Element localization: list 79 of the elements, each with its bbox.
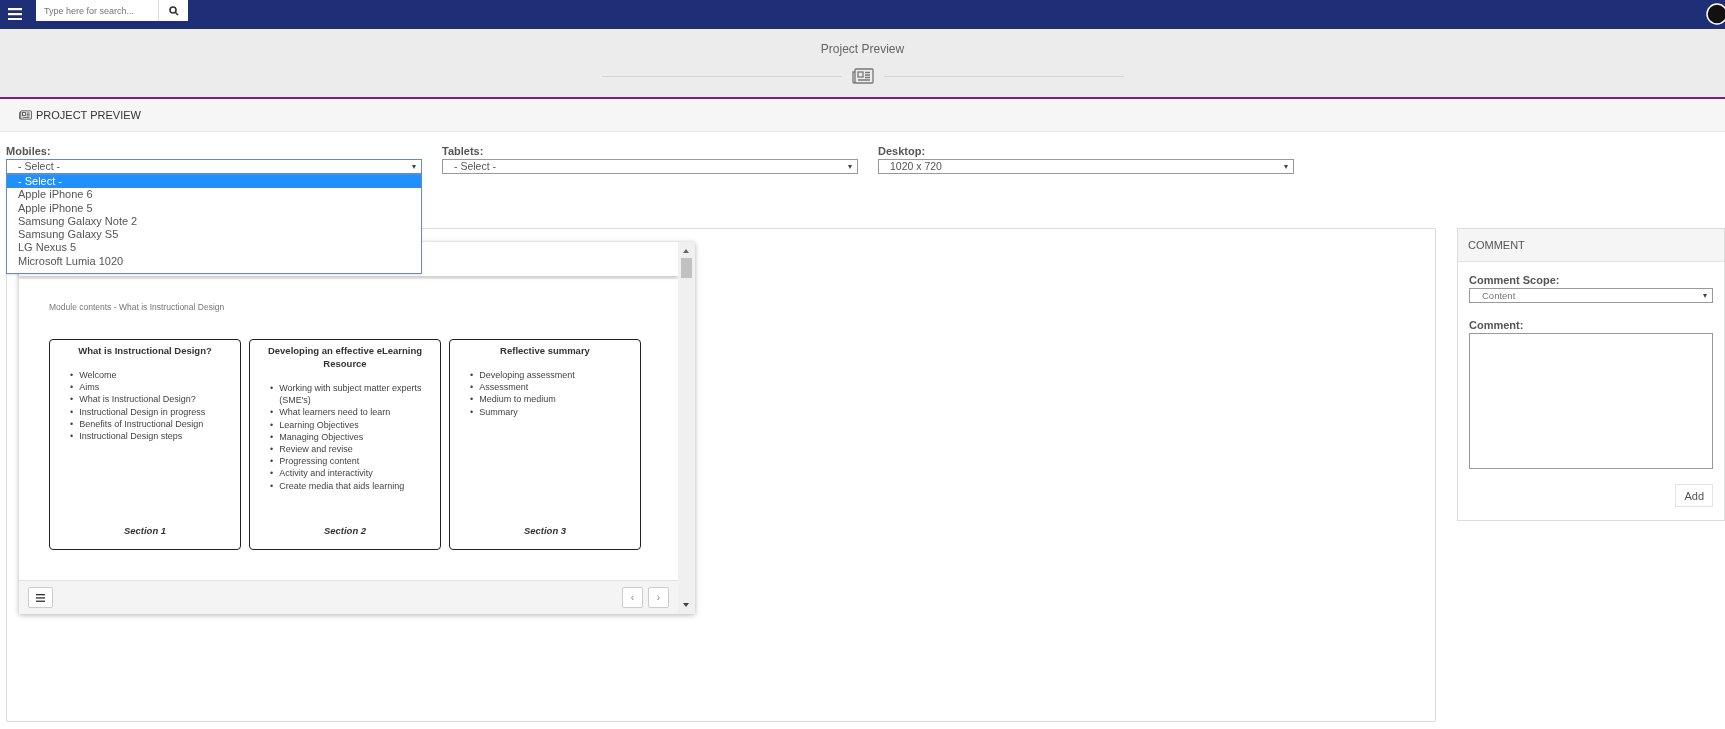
list-item: Learning Objectives: [279, 418, 359, 431]
dropdown-option[interactable]: Apple iPhone 6: [7, 188, 421, 202]
list-item: Summary: [479, 405, 518, 418]
section-label: Section 3: [522, 525, 568, 536]
newspaper-icon: [19, 110, 32, 120]
field-label: Tablets:: [442, 145, 485, 157]
list-item: Managing Objectives: [279, 430, 364, 443]
list-bullet: •: [70, 405, 74, 418]
list-item: Progressing content: [279, 455, 360, 468]
add-button[interactable]: Add: [1675, 484, 1713, 507]
page-title: Project Preview: [820, 42, 905, 56]
caret-icon: [412, 165, 416, 169]
caret-icon: [1703, 294, 1707, 298]
menu-icon: [36, 593, 45, 602]
list-bullet: •: [270, 406, 274, 419]
previous-button[interactable]: ‹: [622, 587, 643, 608]
field-label: Comment Scope:: [1469, 274, 1561, 286]
section-label: Section 1: [122, 525, 168, 536]
list-bullet: •: [270, 418, 274, 431]
list-item: Instructional Design in progress: [79, 405, 206, 418]
list-item: Create media that aids learning: [279, 479, 405, 492]
list-item: Working with subject matter experts (SME's): [279, 382, 423, 407]
list-bullet: •: [270, 382, 274, 395]
scope-select[interactable]: Content: [1469, 288, 1713, 303]
device-select[interactable]: - Select -: [6, 159, 422, 174]
dropdown-option[interactable]: LG Nexus 5: [7, 241, 421, 255]
search-button[interactable]: [158, 0, 188, 21]
list-bullet: •: [470, 381, 474, 394]
search-icon: [168, 5, 179, 16]
field-label: Desktop:: [878, 145, 927, 157]
list-item: What is Instructional Design?: [79, 393, 196, 406]
device-select[interactable]: 1020 x 720: [878, 159, 1294, 174]
caret-icon: [1284, 165, 1288, 169]
list-bullet: •: [70, 381, 74, 394]
newspaper-icon: [851, 68, 874, 84]
menu-button[interactable]: [28, 587, 53, 608]
dropdown-option[interactable]: Samsung Galaxy Note 2: [7, 214, 421, 229]
dropdown-option[interactable]: Apple iPhone 5: [7, 201, 421, 215]
list-bullet: •: [270, 479, 274, 492]
dropdown-option[interactable]: Samsung Galaxy S5: [7, 228, 421, 242]
list-bullet: •: [470, 369, 474, 382]
field-label: Comment:: [1469, 319, 1525, 331]
list-item: Assessment: [479, 381, 529, 394]
field-label: Mobiles:: [6, 145, 52, 157]
scrollbar[interactable]: [678, 242, 695, 614]
avatar-icon[interactable]: [1706, 3, 1725, 25]
list-item: What learners need to learn: [279, 406, 391, 419]
list-item: Instructional Design steps: [79, 430, 183, 443]
list-bullet: •: [270, 455, 274, 468]
list-item: Aims: [79, 381, 100, 394]
section-label: Section 2: [322, 525, 368, 536]
menu-icon[interactable]: [8, 8, 22, 20]
card-title: Developing an effective eLearning Resource: [266, 344, 424, 370]
list-bullet: •: [70, 417, 74, 430]
list-item: Medium to medium: [479, 393, 556, 406]
list-bullet: •: [270, 443, 274, 456]
section-title: PROJECT PREVIEW: [36, 109, 141, 121]
list-item: Review and revise: [279, 443, 353, 456]
list-bullet: •: [70, 430, 74, 443]
comment-field[interactable]: [1469, 333, 1713, 469]
list-item: Activity and interactivity: [279, 467, 373, 480]
next-button[interactable]: ›: [648, 587, 669, 608]
panel-title: COMMENT: [1458, 229, 1724, 262]
list-bullet: •: [70, 393, 74, 406]
list-item: Welcome: [79, 369, 117, 382]
list-bullet: •: [470, 393, 474, 406]
card-title: What is Instructional Design?: [77, 344, 213, 357]
list-bullet: •: [470, 405, 474, 418]
search-field[interactable]: Type here for search...: [36, 0, 158, 21]
caret-icon: [848, 165, 852, 169]
dropdown-option[interactable]: Microsoft Lumia 1020: [7, 254, 421, 269]
card-title: Reflective summary: [499, 344, 591, 357]
list-item: Benefits of Instructional Design: [79, 417, 204, 430]
list-bullet: •: [270, 467, 274, 480]
module-title: Module contents - What is Instructional Design: [49, 302, 226, 312]
device-select[interactable]: - Select -: [442, 159, 858, 174]
list-item: Developing assessment: [479, 369, 575, 382]
list-bullet: •: [270, 430, 274, 443]
list-bullet: •: [70, 369, 74, 382]
